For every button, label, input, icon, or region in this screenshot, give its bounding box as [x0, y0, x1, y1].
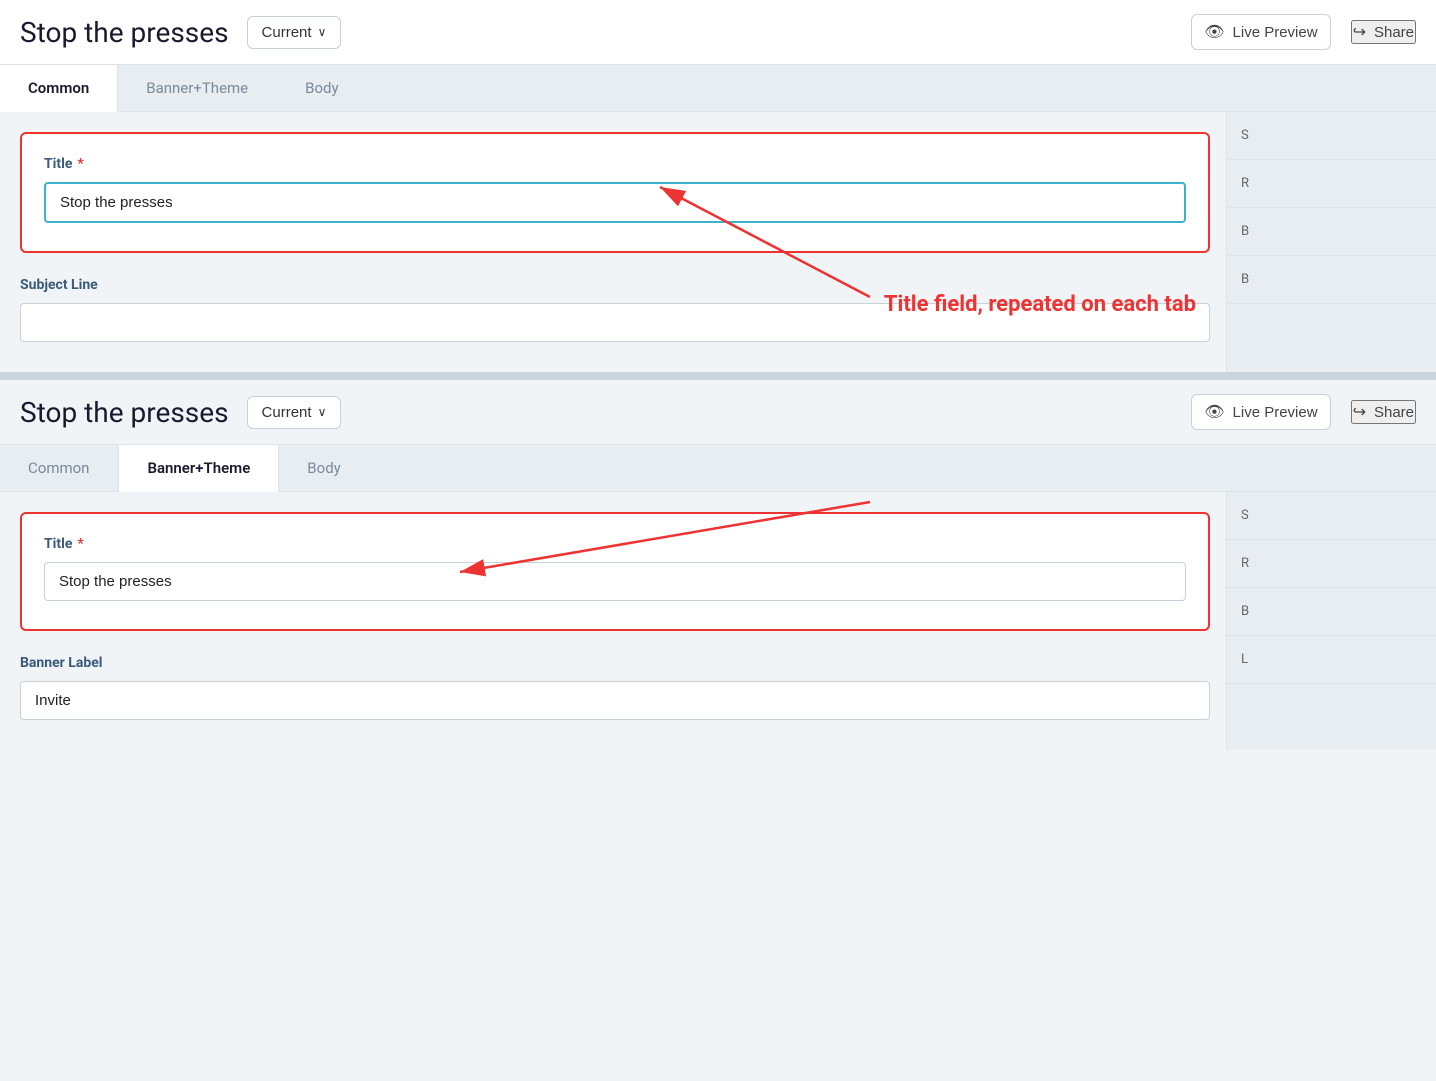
right-panel-item-b2: B [1227, 256, 1436, 304]
dropdown-label: Current [262, 24, 312, 41]
top-section: Stop the presses Current ∨ 👁 Live Previe… [0, 0, 1436, 372]
tab-banner-theme-bottom-label: Banner+Theme [147, 459, 250, 477]
bottom-header: Stop the presses Current ∨ 👁 Live Previe… [0, 380, 1436, 445]
tab-common-top[interactable]: Common [0, 65, 118, 112]
bottom-right-panel-item-l: L [1227, 636, 1436, 684]
tab-body-bottom-label: Body [307, 459, 340, 477]
eye-icon: 👁 [1204, 22, 1224, 42]
live-preview-button[interactable]: 👁 Live Preview [1191, 14, 1330, 50]
banner-label-input[interactable] [20, 681, 1210, 720]
tab-common-bottom[interactable]: Common [0, 445, 118, 491]
bottom-live-preview-label: Live Preview [1233, 404, 1318, 421]
bottom-live-preview-button[interactable]: 👁 Live Preview [1191, 394, 1330, 430]
bottom-share-label: Share [1374, 404, 1414, 421]
bottom-right-panel: S R B L [1226, 492, 1436, 750]
page-title: Stop the presses [20, 16, 229, 49]
tab-body-bottom[interactable]: Body [279, 445, 369, 491]
bottom-right-panel-item-b: B [1227, 588, 1436, 636]
title-field-card-bottom: Title * [20, 512, 1210, 631]
bottom-right-panel-item-s: S [1227, 492, 1436, 540]
bottom-header-actions: 👁 Live Preview ↪ Share [1191, 394, 1416, 430]
top-content-area: S R B B Title * Subject Line Title field… [0, 112, 1436, 372]
tab-banner-theme-bottom[interactable]: Banner+Theme [118, 445, 279, 492]
right-panel-item-r: R [1227, 160, 1436, 208]
share-icon: ↪ [1353, 22, 1366, 42]
right-panel-item-b1: B [1227, 208, 1436, 256]
header-actions: 👁 Live Preview ↪ Share [1191, 14, 1416, 50]
subject-line-section: Subject Line [20, 277, 1210, 342]
bottom-right-panel-item-r: R [1227, 540, 1436, 588]
title-label-top: Title * [44, 156, 1186, 172]
title-label-bottom: Title * [44, 536, 1186, 552]
right-panel-item-s: S [1227, 112, 1436, 160]
chevron-down-icon: ∨ [318, 25, 327, 39]
bottom-eye-icon: 👁 [1204, 402, 1224, 422]
tab-banner-theme-top[interactable]: Banner+Theme [118, 65, 277, 111]
top-header: Stop the presses Current ∨ 👁 Live Previe… [0, 0, 1436, 65]
bottom-tabs-bar: Common Banner+Theme Body [0, 445, 1436, 492]
bottom-section: Stop the presses Current ∨ 👁 Live Previe… [0, 380, 1436, 750]
tab-body-top-label: Body [305, 79, 338, 97]
title-field-card-top: Title * [20, 132, 1210, 253]
tab-common-top-label: Common [28, 79, 89, 97]
banner-label-section: Banner Label [20, 655, 1210, 720]
share-button[interactable]: ↪ Share [1351, 20, 1416, 44]
banner-label-label: Banner Label [20, 655, 1210, 671]
tab-common-bottom-label: Common [28, 459, 89, 477]
current-dropdown[interactable]: Current ∨ [247, 16, 342, 49]
bottom-content-area: S R B L Title * Banner Label [0, 492, 1436, 750]
tab-body-top[interactable]: Body [277, 65, 367, 111]
bottom-share-icon: ↪ [1353, 402, 1366, 422]
top-right-panel: S R B B [1226, 112, 1436, 372]
bottom-current-dropdown[interactable]: Current ∨ [247, 396, 342, 429]
live-preview-label: Live Preview [1233, 24, 1318, 41]
required-star-bottom: * [77, 536, 83, 552]
tab-banner-theme-top-label: Banner+Theme [146, 79, 248, 97]
required-star-top: * [77, 156, 83, 172]
subject-line-input[interactable] [20, 303, 1210, 342]
top-tabs-bar: Common Banner+Theme Body [0, 65, 1436, 112]
bottom-dropdown-label: Current [262, 404, 312, 421]
bottom-page-title: Stop the presses [20, 396, 229, 429]
section-divider [0, 372, 1436, 380]
subject-line-label: Subject Line [20, 277, 1210, 293]
share-label: Share [1374, 24, 1414, 41]
title-input-bottom[interactable] [44, 562, 1186, 601]
title-input-top[interactable] [44, 182, 1186, 223]
bottom-chevron-icon: ∨ [318, 405, 327, 419]
bottom-share-button[interactable]: ↪ Share [1351, 400, 1416, 424]
